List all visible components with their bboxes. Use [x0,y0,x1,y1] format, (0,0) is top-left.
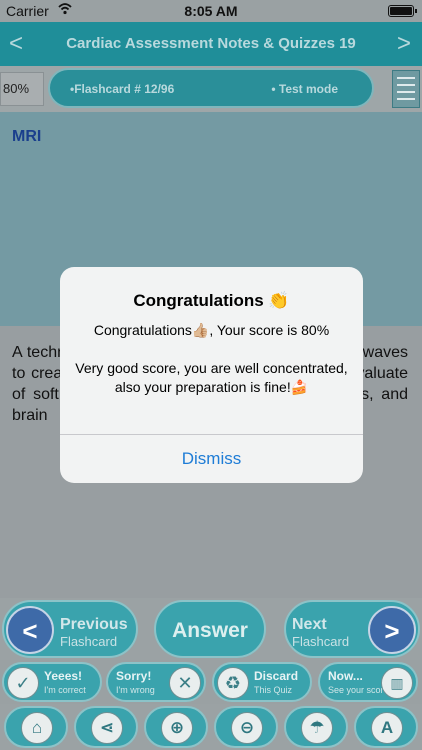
flashcard-status-pill: •Flashcard # 12/96 • Test mode [48,68,374,108]
info-bar: 80% •Flashcard # 12/96 • Test mode [0,66,422,112]
font-icon: A [371,712,403,744]
discard-quiz-button[interactable]: ♻ Discard This Quiz [212,662,312,702]
alert-title: Congratulations 👏 [133,291,290,310]
battery-icon [388,5,417,17]
cross-icon: ✕ [169,667,201,699]
watering-can-icon: ☂ [301,712,333,744]
dismiss-button[interactable]: Dismiss [60,435,363,483]
zoom-out-button[interactable]: ⊖ [214,706,278,748]
zoom-out-icon: ⊖ [231,712,263,744]
score-percent: 80% [0,72,44,106]
back-arrow-icon[interactable]: < [4,30,28,58]
next-flashcard-button[interactable]: Next Flashcard > [284,600,420,658]
yes-correct-button[interactable]: ✓ Yeees! I'm correct [2,662,102,702]
previous-flashcard-button[interactable]: < Previous Flashcard [2,600,138,658]
page-title: Cardiac Assessment Notes & Quizzes 19 [66,35,356,52]
yes-label: Yeees! [44,669,83,683]
now-label: Now... [328,669,363,683]
sorry-wrong-button[interactable]: Sorry! I'm wrong ✕ [106,662,206,702]
check-icon: ✓ [7,667,39,699]
previous-sublabel: Flashcard [60,634,118,649]
flashcard-term: MRI [12,128,42,145]
congratulations-alert: Congratulations 👏 Congratulations👍🏼, You… [60,267,363,483]
watering-can-button[interactable]: ☂ [284,706,348,748]
alert-message-line1: Congratulations👍🏼, Your score is 80% [93,322,330,338]
answer-button[interactable]: Answer [154,600,266,658]
discard-label: Discard [254,669,299,683]
yes-sublabel: I'm correct [44,685,86,695]
home-icon: ⌂ [21,712,53,744]
previous-label: Previous [60,616,128,633]
left-arrow-icon: < [6,606,54,654]
flashcard-counter: •Flashcard # 12/96 [70,82,175,96]
zoom-in-button[interactable]: ⊕ [144,706,208,748]
home-button[interactable]: ⌂ [4,706,68,748]
mode-label: • Test mode [271,82,338,96]
share-button[interactable]: ⋖ [74,706,138,748]
next-sublabel: Flashcard [292,634,350,649]
answer-label: Answer [172,619,248,642]
right-arrow-icon: > [368,606,416,654]
sorry-sublabel: I'm wrong [116,685,155,695]
share-icon: ⋖ [91,712,123,744]
now-sublabel: See your score [328,685,389,695]
sorry-label: Sorry! [116,669,152,683]
next-label: Next [292,616,327,633]
font-button[interactable]: A [354,706,418,748]
alert-message: Congratulations👍🏼, Your score is 80% Ver… [74,321,349,397]
alert-message-line2: Very good score, you are well concentrat… [75,360,348,395]
zoom-in-icon: ⊕ [161,712,193,744]
see-score-button[interactable]: Now... See your score ▥ [318,662,418,702]
recycle-icon: ♻ [217,667,249,699]
discard-sublabel: This Quiz [254,685,293,695]
nav-bar: < Cardiac Assessment Notes & Quizzes 19 … [0,22,422,66]
clock: 8:05 AM [184,3,238,19]
forward-arrow-icon[interactable]: > [392,30,416,58]
bar-chart-icon: ▥ [381,667,413,699]
bottom-controls: < Previous Flashcard Answer Next Flashca… [0,598,422,750]
status-bar: Carrier 8:05 AM [0,0,422,22]
list-icon[interactable] [392,70,420,108]
